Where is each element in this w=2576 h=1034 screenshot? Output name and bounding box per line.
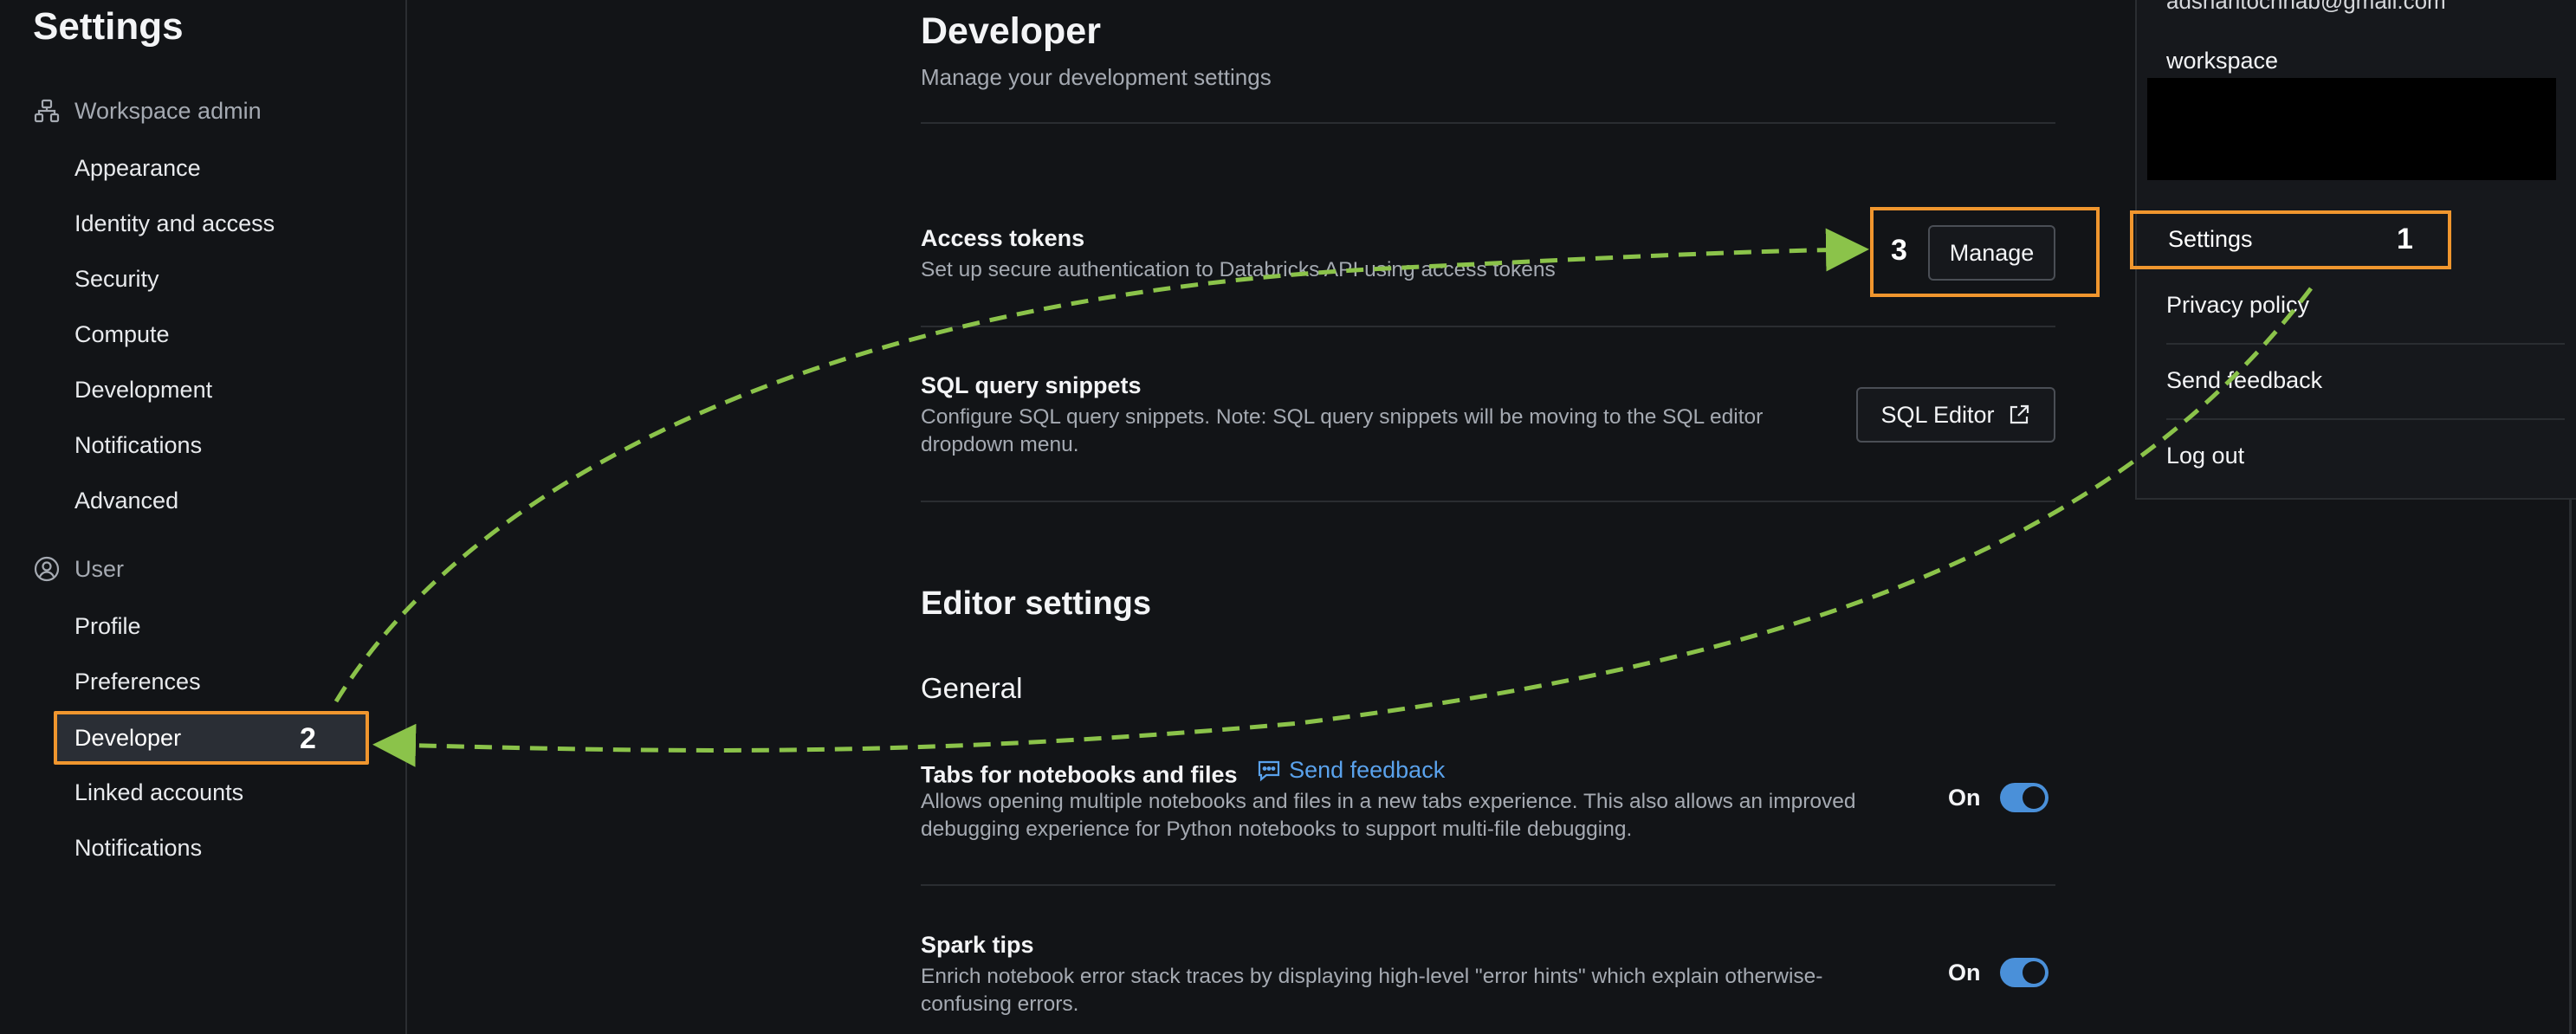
- sidebar-item-developer[interactable]: Developer 2: [54, 711, 369, 765]
- send-feedback-link[interactable]: Send feedback: [1256, 757, 1445, 784]
- page-subtitle: Manage your development settings: [921, 64, 1272, 90]
- sidebar-section-label: Workspace admin: [74, 97, 262, 124]
- send-feedback-label: Send feedback: [1289, 757, 1446, 783]
- step-number-badge: 3: [1891, 234, 1907, 267]
- menu-item-settings[interactable]: Settings 1: [2130, 210, 2451, 269]
- chat-bubble-icon: [1258, 760, 1280, 781]
- divider: [921, 122, 2055, 124]
- sidebar-item-advanced[interactable]: Advanced: [74, 487, 178, 514]
- spark-tips-title: Spark tips: [921, 932, 1034, 958]
- tabs-setting-row: Tabs for notebooks and files Send feedba…: [921, 757, 1445, 789]
- manage-tokens-button[interactable]: Manage: [1928, 225, 2055, 281]
- divider: [921, 501, 2055, 502]
- tabs-setting-description: Allows opening multiple notebooks and fi…: [921, 790, 1856, 841]
- sql-editor-button[interactable]: SQL Editor: [1856, 387, 2055, 443]
- user-email: adsnantochhab@gmail.com: [2166, 0, 2446, 14]
- sidebar-title: Settings: [33, 5, 184, 48]
- toggle-state-label: On: [1948, 784, 1981, 811]
- sidebar-item-compute[interactable]: Compute: [74, 320, 170, 348]
- tabs-notebooks-toggle[interactable]: [1999, 783, 2049, 812]
- sidebar-item-identity-and-access[interactable]: Identity and access: [74, 210, 275, 237]
- toggle-state-label: On: [1948, 959, 1981, 986]
- sql-editor-button-label: SQL Editor: [1880, 401, 1995, 428]
- tabs-setting-toggle-group: On: [1948, 783, 2049, 812]
- step-number-badge: 1: [2397, 223, 2413, 255]
- external-link-icon: [2010, 404, 2029, 424]
- sidebar-item-security[interactable]: Security: [74, 265, 159, 293]
- sidebar-item-appearance[interactable]: Appearance: [74, 154, 201, 182]
- divider: [921, 326, 2055, 327]
- sidebar-section-user: User: [33, 555, 124, 583]
- access-tokens-description: Set up secure authentication to Databric…: [921, 258, 1556, 281]
- access-tokens-title: Access tokens: [921, 225, 1085, 251]
- menu-item-log-out[interactable]: Log out: [2166, 443, 2244, 469]
- sidebar-item-development[interactable]: Development: [74, 376, 212, 404]
- arrow-settings-to-developer: [372, 287, 2313, 767]
- menu-item-settings-label: Settings: [2168, 226, 2253, 252]
- redacted-block: [2147, 78, 2556, 180]
- sidebar-item-notifications-user[interactable]: Notifications: [74, 834, 202, 862]
- sidebar-item-label: Developer: [74, 725, 182, 751]
- sql-snippets-description: Configure SQL query snippets. Note: SQL …: [921, 405, 1764, 456]
- sidebar-item-notifications-admin[interactable]: Notifications: [74, 431, 202, 459]
- sidebar-item-linked-accounts[interactable]: Linked accounts: [74, 779, 243, 806]
- menu-separator: [2166, 418, 2565, 420]
- general-heading: General: [921, 672, 1023, 704]
- scrollbar-track: [2569, 500, 2572, 1034]
- menu-item-send-feedback[interactable]: Send feedback: [2166, 367, 2322, 394]
- spark-tips-toggle-group: On: [1948, 958, 2049, 987]
- page-title: Developer: [921, 10, 1101, 52]
- settings-sidebar: Settings Workspace admin Appearance Iden…: [0, 0, 407, 1034]
- workspace-label[interactable]: workspace: [2166, 48, 2278, 74]
- sql-snippets-title: SQL query snippets: [921, 372, 1142, 398]
- menu-separator: [2166, 343, 2565, 345]
- sidebar-section-workspace-admin: Workspace admin: [33, 97, 262, 125]
- sidebar-section-label: User: [74, 555, 125, 582]
- menu-item-privacy-policy[interactable]: Privacy policy: [2166, 292, 2309, 319]
- toggle-knob: [2022, 786, 2045, 809]
- divider: [921, 884, 2055, 886]
- arrow-developer-to-manage: [333, 228, 1869, 703]
- toggle-knob: [2022, 961, 2045, 984]
- spark-tips-description: Enrich notebook error stack traces by di…: [921, 965, 1823, 1016]
- spark-tips-toggle[interactable]: [1999, 958, 2049, 987]
- manage-button-label: Manage: [1949, 239, 2035, 266]
- tabs-setting-title: Tabs for notebooks and files: [921, 761, 1238, 788]
- sidebar-item-profile[interactable]: Profile: [74, 612, 141, 640]
- user-circle-icon: [34, 556, 60, 582]
- editor-settings-heading: Editor settings: [921, 585, 1152, 622]
- org-chart-icon: [34, 99, 60, 123]
- sidebar-item-preferences[interactable]: Preferences: [74, 668, 201, 695]
- step-number-badge: 2: [300, 722, 316, 755]
